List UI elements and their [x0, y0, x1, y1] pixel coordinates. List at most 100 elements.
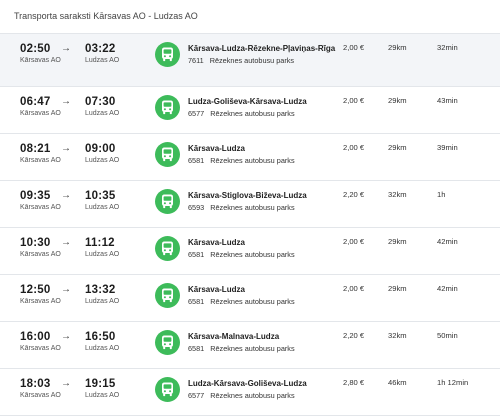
- departure: 02:50 Kārsavas AO: [20, 43, 61, 64]
- price: 2,20 €: [343, 190, 365, 199]
- price: 2,20 €: [343, 331, 365, 340]
- duration: 42min: [437, 237, 458, 246]
- page-title: Transporta saraksti Kārsavas AO - Ludzas…: [14, 11, 198, 21]
- arrival: 03:22 Ludzas AO: [85, 43, 119, 64]
- arrow-right-icon: →: [61, 331, 71, 342]
- arrow-right-icon: →: [61, 143, 71, 154]
- price: 2,00 €: [343, 43, 365, 52]
- departure-time: 12:50: [20, 284, 51, 296]
- bus-icon: [155, 142, 180, 167]
- departure-stop: Kārsavas AO: [20, 110, 61, 117]
- duration: 43min: [437, 96, 458, 105]
- arrival: 07:30 Ludzas AO: [85, 96, 119, 117]
- operator: Rēzeknes autobusu parks: [210, 203, 295, 212]
- route-name[interactable]: Kārsava-Malnava-Ludza: [188, 331, 336, 342]
- arrival-time: 09:00: [85, 143, 116, 155]
- trip-row[interactable]: 12:50 Kārsavas AO → 13:32 Ludzas AO Kārs…: [0, 274, 500, 321]
- trip-row[interactable]: 18:03 Kārsavas AO → 19:15 Ludzas AO Ludz…: [0, 368, 500, 416]
- arrival-stop: Ludzas AO: [85, 204, 120, 211]
- route-number: 7611: [188, 56, 204, 65]
- arrival-stop: Ludzas AO: [85, 57, 120, 64]
- duration: 39min: [437, 143, 458, 152]
- distance: 46km: [388, 378, 407, 387]
- trip-row[interactable]: 06:47 Kārsavas AO → 07:30 Ludzas AO Ludz…: [0, 86, 500, 133]
- arrival-time: 16:50: [85, 331, 116, 343]
- price: 2,00 €: [343, 284, 365, 293]
- distance: 29km: [388, 96, 407, 105]
- arrival-time: 19:15: [85, 378, 116, 390]
- route-name[interactable]: Kārsava-Ludza: [188, 143, 336, 154]
- arrow-right-icon: →: [61, 284, 71, 295]
- arrival-stop: Ludzas AO: [85, 392, 120, 399]
- price: 2,80 €: [343, 378, 365, 387]
- departure-time: 10:30: [20, 237, 51, 249]
- departure: 16:00 Kārsavas AO: [20, 331, 61, 352]
- duration: 1h 12min: [437, 378, 469, 387]
- arrival-stop: Ludzas AO: [85, 298, 120, 305]
- route-info: Kārsava-Malnava-Ludza 6581 Rēzeknes autob…: [188, 331, 336, 353]
- route-number: 6593: [188, 203, 205, 212]
- arrival: 10:35 Ludzas AO: [85, 190, 119, 211]
- bus-icon: [155, 95, 180, 120]
- route-name[interactable]: Kārsava-Stiglova-Biževa-Ludza: [188, 190, 336, 201]
- bus-icon: [155, 377, 180, 402]
- departure: 10:30 Kārsavas AO: [20, 237, 61, 258]
- departure: 08:21 Kārsavas AO: [20, 143, 61, 164]
- route-name[interactable]: Kārsava-Ludza: [188, 237, 336, 248]
- route-name[interactable]: Ludza-Goliševa-Kārsava-Ludza: [188, 96, 336, 107]
- departure-time: 16:00: [20, 331, 51, 343]
- route-number: 6581: [188, 344, 205, 353]
- departure-stop: Kārsavas AO: [20, 204, 61, 211]
- route-number: 6581: [188, 156, 205, 165]
- departure: 12:50 Kārsavas AO: [20, 284, 61, 305]
- arrival-time: 10:35: [85, 190, 116, 202]
- arrival-time: 11:12: [85, 237, 115, 249]
- route-info: Kārsava-Ludza 6581 Rēzeknes autobusu park…: [188, 237, 336, 259]
- departure-stop: Kārsavas AO: [20, 251, 61, 258]
- route-number: 6581: [188, 297, 205, 306]
- trip-row[interactable]: 16:00 Kārsavas AO → 16:50 Ludzas AO Kārs…: [0, 321, 500, 368]
- distance: 29km: [388, 143, 407, 152]
- departure: 06:47 Kārsavas AO: [20, 96, 61, 117]
- route-name[interactable]: Ludza-Kārsava-Goliševa-Ludza: [188, 378, 336, 389]
- duration: 42min: [437, 284, 458, 293]
- trip-row[interactable]: 10:30 Kārsavas AO → 11:12 Ludzas AO Kārs…: [0, 227, 500, 274]
- arrow-right-icon: →: [61, 190, 71, 201]
- operator: Rēzeknes autobusu parks: [210, 297, 295, 306]
- departure-time: 09:35: [20, 190, 51, 202]
- distance: 32km: [388, 190, 407, 199]
- distance: 32km: [388, 331, 407, 340]
- trip-list: 02:50 Kārsavas AO → 03:22 Ludzas AO Kārs…: [0, 33, 500, 416]
- price: 2,00 €: [343, 237, 365, 246]
- route-info: Kārsava-Ludza-Rēzekne-Pļaviņas-Rīga 7611…: [188, 43, 336, 65]
- departure-stop: Kārsavas AO: [20, 392, 61, 399]
- arrival-time: 13:32: [85, 284, 116, 296]
- distance: 29km: [388, 237, 407, 246]
- bus-icon: [155, 42, 180, 67]
- departure: 18:03 Kārsavas AO: [20, 378, 61, 399]
- arrival: 11:12 Ludzas AO: [85, 237, 119, 258]
- operator: Rēzeknes autobusu parks: [210, 250, 295, 259]
- trip-row[interactable]: 02:50 Kārsavas AO → 03:22 Ludzas AO Kārs…: [0, 33, 500, 86]
- operator: Rēzeknes autobusu parks: [209, 56, 295, 65]
- route-info: Ludza-Kārsava-Goliševa-Ludza 6577 Rēzekne…: [188, 378, 336, 400]
- trip-row[interactable]: 09:35 Kārsavas AO → 10:35 Ludzas AO Kārs…: [0, 180, 500, 227]
- route-number: 6577: [188, 391, 205, 400]
- departure-time: 06:47: [20, 96, 51, 108]
- trip-row[interactable]: 08:21 Kārsavas AO → 09:00 Ludzas AO Kārs…: [0, 133, 500, 180]
- departure-time: 08:21: [20, 143, 51, 155]
- operator: Rēzeknes autobusu parks: [210, 344, 295, 353]
- departure-stop: Kārsavas AO: [20, 345, 61, 352]
- bus-icon: [155, 283, 180, 308]
- distance: 29km: [388, 284, 407, 293]
- route-name[interactable]: Kārsava-Ludza: [188, 284, 336, 295]
- arrival-time: 03:22: [85, 43, 116, 55]
- arrival: 13:32 Ludzas AO: [85, 284, 119, 305]
- arrow-right-icon: →: [61, 237, 71, 248]
- arrival-stop: Ludzas AO: [85, 157, 120, 164]
- duration: 50min: [437, 331, 458, 340]
- route-name[interactable]: Kārsava-Ludza-Rēzekne-Pļaviņas-Rīga: [188, 43, 336, 54]
- route-info: Kārsava-Stiglova-Biževa-Ludza 6593 Rēzekn…: [188, 190, 336, 212]
- departure-stop: Kārsavas AO: [20, 57, 61, 64]
- operator: Rēzeknes autobusu parks: [210, 391, 295, 400]
